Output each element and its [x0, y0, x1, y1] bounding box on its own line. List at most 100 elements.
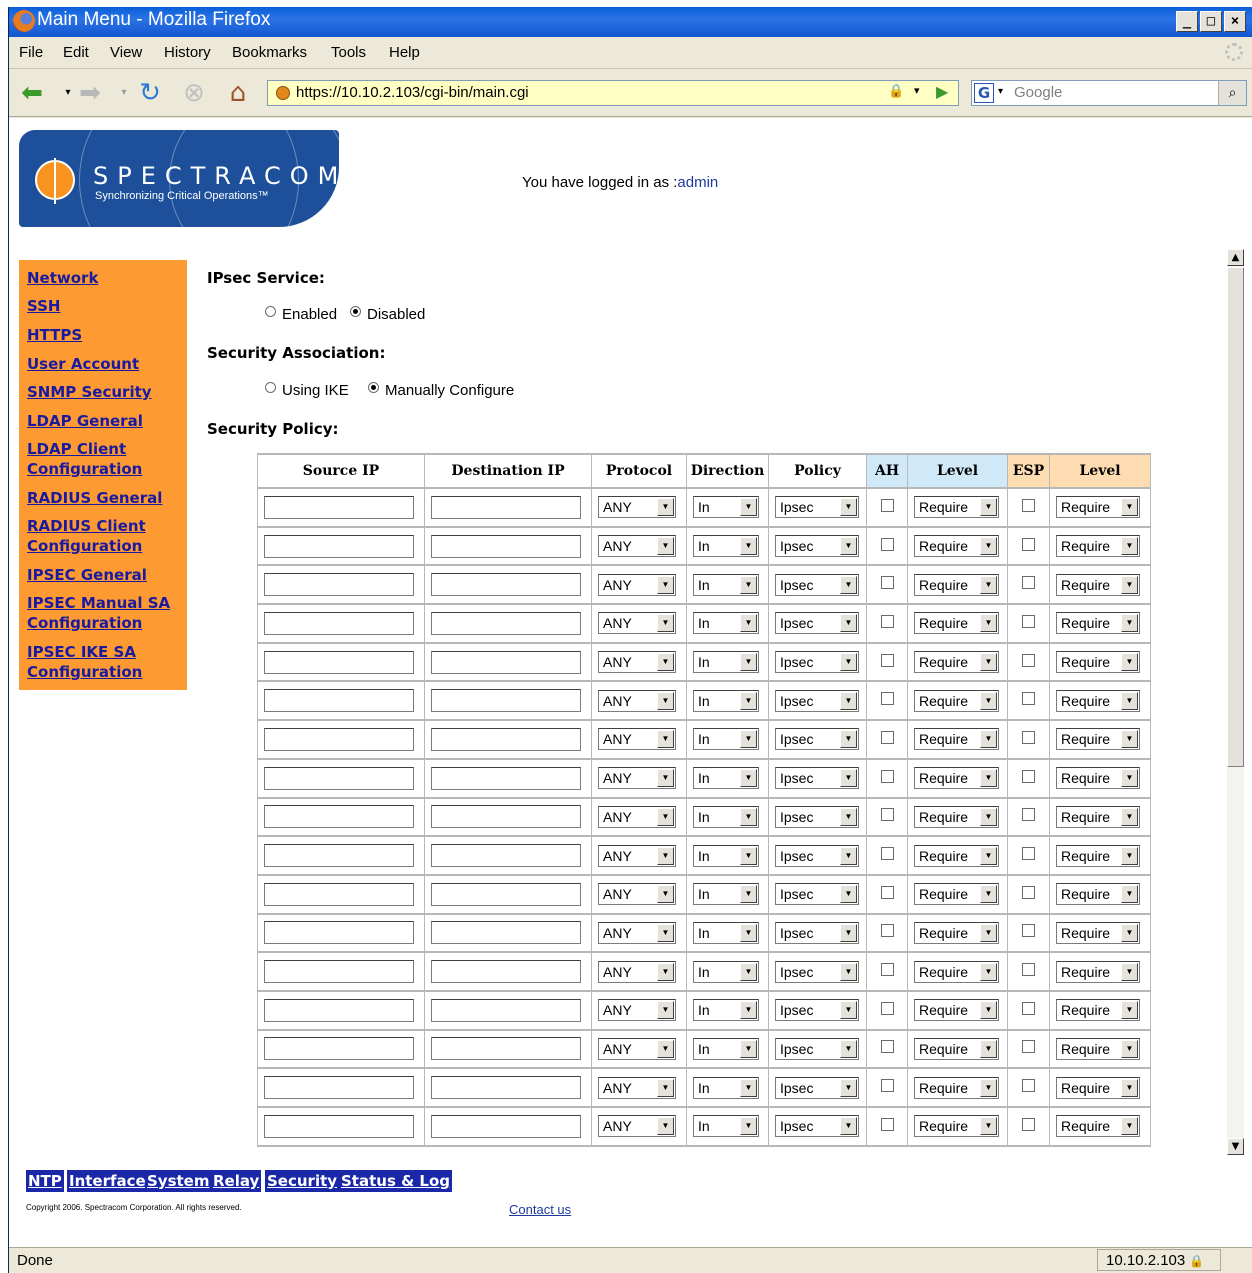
ah-level-select[interactable]: Require ▼ [914, 960, 999, 983]
policy-select[interactable]: Ipsec ▼ [775, 496, 859, 519]
destination-ip-input[interactable] [431, 650, 581, 674]
source-ip-input[interactable] [264, 1114, 414, 1138]
source-ip-input[interactable] [264, 689, 414, 713]
esp-checkbox[interactable] [1022, 730, 1035, 744]
ah-level-select[interactable]: Require ▼ [914, 921, 999, 944]
ah-level-select[interactable]: Require ▼ [914, 1115, 999, 1138]
esp-checkbox[interactable] [1022, 769, 1035, 783]
ah-checkbox[interactable] [881, 847, 894, 861]
ah-level-select[interactable]: Require ▼ [914, 612, 999, 635]
source-ip-input[interactable] [264, 805, 414, 829]
scroll-down-icon[interactable]: ▼ [1227, 1138, 1244, 1155]
ah-level-select[interactable]: Require ▼ [914, 1037, 999, 1060]
ah-checkbox[interactable] [881, 924, 894, 938]
menu-view[interactable]: View [110, 44, 142, 61]
ah-level-select[interactable]: Require ▼ [914, 767, 999, 790]
close-button[interactable]: × [1224, 11, 1246, 32]
policy-select[interactable]: Ipsec ▼ [775, 921, 859, 944]
esp-level-select[interactable]: Require ▼ [1056, 728, 1140, 751]
ah-level-select[interactable]: Require ▼ [914, 573, 999, 596]
esp-level-select[interactable]: Require ▼ [1056, 805, 1140, 828]
esp-checkbox[interactable] [1022, 885, 1035, 899]
source-ip-input[interactable] [264, 882, 414, 906]
minimize-button[interactable]: _ [1176, 11, 1198, 32]
protocol-select[interactable]: ANY ▼ [598, 1076, 676, 1099]
esp-checkbox[interactable] [1022, 847, 1035, 861]
destination-ip-input[interactable] [431, 844, 581, 868]
esp-checkbox[interactable] [1022, 808, 1035, 822]
esp-checkbox[interactable] [1022, 576, 1035, 590]
protocol-select[interactable]: ANY ▼ [598, 1115, 676, 1138]
ah-level-select[interactable]: Require ▼ [914, 999, 999, 1022]
protocol-select[interactable]: ANY ▼ [598, 651, 676, 674]
tab-relay[interactable]: Relay [211, 1170, 262, 1192]
esp-checkbox[interactable] [1022, 653, 1035, 667]
menu-bookmarks[interactable]: Bookmarks [232, 44, 307, 61]
source-ip-input[interactable] [264, 534, 414, 558]
stop-icon[interactable]: ⊗ [179, 79, 209, 107]
direction-select[interactable]: In ▼ [693, 496, 759, 519]
destination-ip-input[interactable] [431, 573, 581, 597]
esp-level-select[interactable]: Require ▼ [1056, 689, 1140, 712]
esp-level-select[interactable]: Require ▼ [1056, 1076, 1140, 1099]
forward-icon[interactable]: ➡ [75, 79, 105, 107]
sidebar-item-https[interactable]: HTTPS [27, 325, 187, 345]
source-ip-input[interactable] [264, 1037, 414, 1061]
ah-checkbox[interactable] [881, 885, 894, 899]
protocol-select[interactable]: ANY ▼ [598, 767, 676, 790]
ah-checkbox[interactable] [881, 1079, 894, 1093]
ipsec-enabled-radio[interactable] [265, 306, 276, 317]
source-ip-input[interactable] [264, 650, 414, 674]
protocol-select[interactable]: ANY ▼ [598, 921, 676, 944]
esp-checkbox[interactable] [1022, 537, 1035, 551]
direction-select[interactable]: In ▼ [693, 883, 759, 906]
menu-tools[interactable]: Tools [331, 44, 366, 61]
url-text[interactable]: https://10.10.2.103/cgi-bin/main.cgi [296, 84, 529, 101]
sidebar-item-ssh[interactable]: SSH [27, 296, 187, 316]
direction-select[interactable]: In ▼ [693, 612, 759, 635]
destination-ip-input[interactable] [431, 921, 581, 945]
policy-select[interactable]: Ipsec ▼ [775, 1037, 859, 1060]
ah-checkbox[interactable] [881, 576, 894, 590]
policy-select[interactable]: Ipsec ▼ [775, 651, 859, 674]
scroll-thumb[interactable] [1227, 267, 1244, 767]
ah-checkbox[interactable] [881, 653, 894, 667]
destination-ip-input[interactable] [431, 495, 581, 519]
esp-checkbox[interactable] [1022, 1001, 1035, 1015]
source-ip-input[interactable] [264, 766, 414, 790]
protocol-select[interactable]: ANY ▼ [598, 535, 676, 558]
source-ip-input[interactable] [264, 921, 414, 945]
home-icon[interactable]: ⌂ [223, 79, 253, 107]
ah-checkbox[interactable] [881, 1117, 894, 1131]
sidebar-item-radius-client-configuration[interactable]: RADIUS Client Configuration [27, 516, 187, 556]
back-icon[interactable]: ⬅ [17, 79, 47, 107]
esp-level-select[interactable]: Require ▼ [1056, 767, 1140, 790]
esp-checkbox[interactable] [1022, 692, 1035, 706]
protocol-select[interactable]: ANY ▼ [598, 728, 676, 751]
direction-select[interactable]: In ▼ [693, 728, 759, 751]
policy-select[interactable]: Ipsec ▼ [775, 999, 859, 1022]
esp-level-select[interactable]: Require ▼ [1056, 651, 1140, 674]
search-engine-icon[interactable]: G [974, 83, 994, 103]
source-ip-input[interactable] [264, 573, 414, 597]
ah-level-select[interactable]: Require ▼ [914, 728, 999, 751]
esp-checkbox[interactable] [1022, 498, 1035, 512]
sidebar-item-network[interactable]: Network [27, 268, 187, 288]
direction-select[interactable]: In ▼ [693, 960, 759, 983]
policy-select[interactable]: Ipsec ▼ [775, 883, 859, 906]
ah-checkbox[interactable] [881, 692, 894, 706]
menu-file[interactable]: File [19, 44, 43, 61]
sidebar-item-ipsec-ike-sa-configuration[interactable]: IPSEC IKE SA Configuration [27, 642, 187, 682]
tab-system[interactable]: System [145, 1170, 212, 1192]
using-ike-radio[interactable] [265, 382, 276, 393]
sidebar-item-ldap-general[interactable]: LDAP General [27, 411, 187, 431]
protocol-select[interactable]: ANY ▼ [598, 999, 676, 1022]
protocol-select[interactable]: ANY ▼ [598, 573, 676, 596]
ah-level-select[interactable]: Require ▼ [914, 496, 999, 519]
destination-ip-input[interactable] [431, 998, 581, 1022]
destination-ip-input[interactable] [431, 882, 581, 906]
policy-select[interactable]: Ipsec ▼ [775, 805, 859, 828]
protocol-select[interactable]: ANY ▼ [598, 883, 676, 906]
esp-level-select[interactable]: Require ▼ [1056, 573, 1140, 596]
scroll-up-icon[interactable]: ▲ [1227, 249, 1244, 266]
